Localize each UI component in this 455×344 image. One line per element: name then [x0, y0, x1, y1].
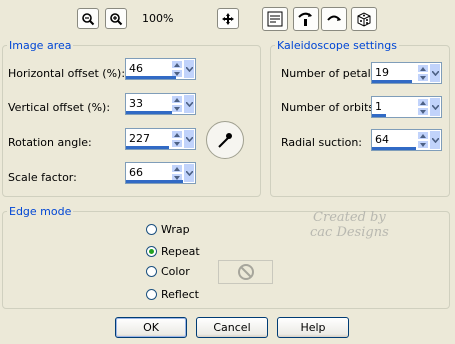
- horizontal-offset-field[interactable]: 46: [125, 58, 196, 80]
- radio-selected-icon[interactable]: [146, 245, 157, 257]
- edge-mode-wrap[interactable]: Wrap: [146, 221, 190, 237]
- radial-suction-label: Radial suction:: [281, 136, 363, 149]
- radio-icon[interactable]: [146, 265, 157, 277]
- chevron-down-icon[interactable]: [429, 131, 440, 149]
- dial-pointer-icon: [218, 133, 232, 148]
- edge-mode-wrap-label: Wrap: [161, 222, 190, 236]
- scale-factor-label: Scale factor:: [8, 171, 77, 184]
- number-of-orbits-label: Number of orbits:: [281, 101, 378, 114]
- watermark-line-2: cac Designs: [310, 225, 389, 240]
- pan-icon: [222, 12, 234, 25]
- radial-suction-value[interactable]: 64: [375, 133, 389, 146]
- no-color-icon: [237, 264, 254, 280]
- help-button[interactable]: Help: [277, 317, 349, 338]
- edge-mode-repeat[interactable]: Repeat: [146, 243, 200, 259]
- number-of-petals-field[interactable]: 19: [371, 62, 442, 84]
- chevron-down-icon[interactable]: [183, 164, 194, 182]
- chevron-down-icon[interactable]: [429, 64, 440, 82]
- radio-icon[interactable]: [146, 223, 157, 235]
- rotation-angle-value[interactable]: 227: [129, 132, 150, 145]
- number-of-petals-value[interactable]: 19: [375, 66, 389, 79]
- spin-down-icon[interactable]: [417, 73, 429, 82]
- randomize-params-button[interactable]: [293, 7, 319, 31]
- spin-up-icon[interactable]: [171, 60, 183, 69]
- number-of-orbits-value[interactable]: 1: [375, 100, 382, 113]
- edge-mode-title: Edge mode: [7, 205, 74, 218]
- reset-button[interactable]: [321, 7, 347, 31]
- rotation-angle-field[interactable]: 227: [125, 128, 196, 150]
- vertical-offset-field[interactable]: 33: [125, 93, 196, 115]
- preview-button[interactable]: [262, 7, 288, 31]
- spin-up-icon[interactable]: [417, 131, 429, 140]
- dice-icon: [357, 12, 371, 27]
- horizontal-offset-value[interactable]: 46: [129, 62, 143, 75]
- vertical-offset-label: Vertical offset (%):: [8, 101, 111, 114]
- edge-mode-color-label: Color: [161, 264, 190, 278]
- spin-down-icon[interactable]: [171, 104, 183, 113]
- ok-button[interactable]: OK: [115, 317, 187, 338]
- zoom-in-button[interactable]: [105, 8, 127, 29]
- vertical-offset-value[interactable]: 33: [129, 97, 143, 110]
- zoom-out-button[interactable]: [77, 8, 99, 29]
- scale-factor-level: [126, 180, 184, 183]
- number-of-petals-label: Number of petals:: [281, 67, 381, 80]
- edge-mode-repeat-label: Repeat: [161, 244, 200, 258]
- horizontal-offset-level: [126, 76, 177, 79]
- zoom-out-icon: [82, 12, 95, 25]
- spin-down-icon[interactable]: [417, 107, 429, 116]
- watermark-line-1: Created by: [313, 210, 386, 225]
- chevron-down-icon[interactable]: [183, 60, 194, 78]
- number-of-orbits-level: [372, 114, 386, 117]
- spin-up-icon[interactable]: [171, 130, 183, 139]
- image-area-title: Image area: [7, 39, 74, 52]
- rotation-angle-level: [126, 146, 170, 149]
- rotation-dial[interactable]: [206, 121, 244, 159]
- kaleidoscope-settings-title: Kaleidoscope settings: [275, 39, 399, 52]
- edge-mode-reflect-label: Reflect: [161, 287, 199, 301]
- cancel-button[interactable]: Cancel: [196, 317, 268, 338]
- watermark: Created by cac Designs: [310, 210, 389, 240]
- spin-down-icon[interactable]: [171, 139, 183, 148]
- number-of-orbits-field[interactable]: 1: [371, 96, 442, 118]
- zoom-level: 100%: [142, 12, 174, 25]
- scale-factor-value[interactable]: 66: [129, 166, 143, 179]
- dice-button[interactable]: [351, 7, 377, 31]
- radio-icon[interactable]: [146, 288, 157, 300]
- reset-icon: [327, 15, 341, 21]
- zoom-in-icon: [110, 12, 123, 25]
- scale-factor-field[interactable]: 66: [125, 162, 196, 184]
- spin-up-icon[interactable]: [171, 95, 183, 104]
- preview-icon: [267, 11, 283, 27]
- radial-suction-field[interactable]: 64: [371, 129, 442, 151]
- chevron-down-icon[interactable]: [183, 130, 194, 148]
- rotation-angle-label: Rotation angle:: [8, 136, 92, 149]
- pan-button[interactable]: [217, 8, 239, 29]
- spin-up-icon[interactable]: [417, 64, 429, 73]
- edge-color-swatch[interactable]: [218, 260, 273, 284]
- number-of-petals-level: [372, 80, 413, 83]
- spin-up-icon[interactable]: [171, 164, 183, 173]
- chevron-down-icon[interactable]: [429, 98, 440, 116]
- randomize-params-icon: [298, 12, 312, 26]
- chevron-down-icon[interactable]: [183, 95, 194, 113]
- spin-down-icon[interactable]: [417, 140, 429, 149]
- edge-mode-reflect[interactable]: Reflect: [146, 286, 199, 302]
- edge-mode-color[interactable]: Color: [146, 263, 190, 279]
- vertical-offset-level: [126, 111, 172, 114]
- spin-up-icon[interactable]: [417, 98, 429, 107]
- horizontal-offset-label: Horizontal offset (%):: [8, 67, 126, 80]
- radial-suction-level: [372, 147, 417, 150]
